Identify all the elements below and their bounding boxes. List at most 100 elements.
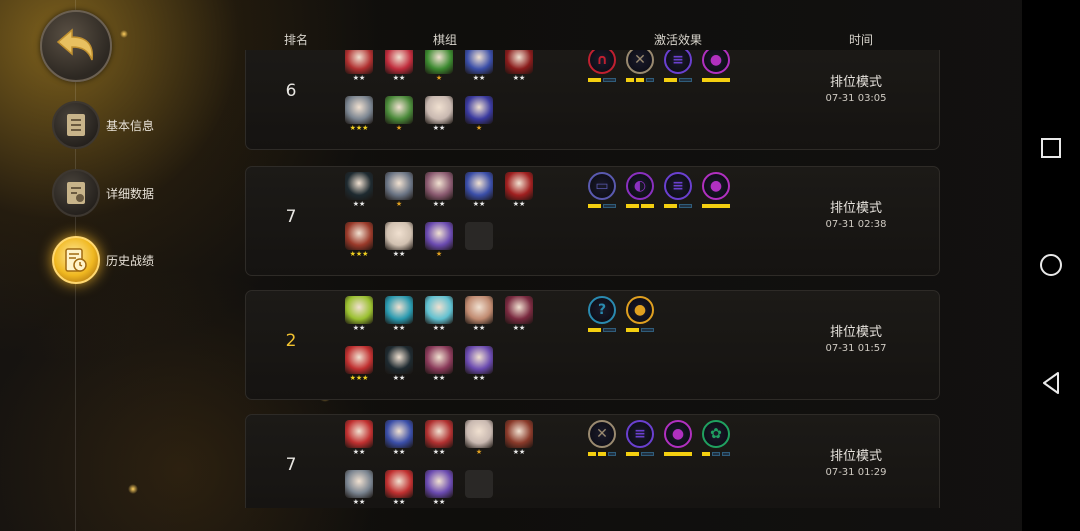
chess-piece[interactable]: ★★ [384, 420, 414, 460]
chess-piece[interactable]: ★ [424, 50, 454, 86]
synergy-icon: ● [702, 50, 730, 74]
header-lineup: 棋组 [433, 33, 458, 47]
chess-piece[interactable]: ★★ [344, 172, 374, 212]
chess-piece[interactable]: ★★ [384, 470, 414, 508]
synergy-badge[interactable]: ● [662, 420, 694, 460]
chess-piece[interactable]: ★★ [424, 420, 454, 460]
chess-piece[interactable]: ★ [464, 96, 494, 136]
hero-portrait [465, 222, 493, 250]
star-level: ★★ [432, 374, 446, 382]
header-time: 时间 [849, 33, 874, 47]
match-row[interactable]: 7 ★★ ★ ★★ ★★ ★★ ★★★ ★★ ★ ▭ ◐ ≡ ● 排位模式 07-31 02:38 [245, 166, 940, 276]
star-level: ★★ [472, 374, 486, 382]
chess-piece[interactable]: ★★ [424, 96, 454, 136]
synergy-badge[interactable]: ● [700, 172, 732, 212]
chess-piece[interactable]: ★★ [464, 296, 494, 336]
hero-portrait [385, 346, 413, 374]
chess-piece[interactable]: ★★ [504, 172, 534, 212]
chess-piece[interactable]: ★★★ [344, 96, 374, 136]
synergy-badge[interactable]: ∩ [586, 50, 618, 86]
hero-portrait [465, 296, 493, 324]
synergy-badge[interactable]: ✕ [624, 50, 656, 86]
chess-piece[interactable]: ★★ [504, 420, 534, 460]
star-level: ★★ [352, 200, 366, 208]
chess-piece[interactable]: ★★ [344, 50, 374, 86]
synergy-badge[interactable]: ▭ [586, 172, 618, 212]
match-time: 07-31 02:38 [825, 219, 887, 230]
chess-piece[interactable]: ★★ [344, 420, 374, 460]
synergy-progress [664, 204, 692, 208]
chess-piece[interactable]: ★★ [424, 346, 454, 386]
match-history-list[interactable]: 6 ★★ ★★ ★ ★★ ★★ ★★★ ★ ★★ ★ ∩ ✕ ≡ ● 排位模式 07-31 03:05 7 ★★ ★… [245, 50, 940, 508]
match-row[interactable]: 2 ★★ ★★ ★★ ★★ ★★ ★★★ ★★ ★★ ★★? ● 排位模式 07-31 01:57 [245, 290, 940, 400]
chess-piece[interactable]: ★★ [504, 296, 534, 336]
star-level: ★★ [512, 74, 526, 82]
synergy-badge[interactable]: ≡ [662, 50, 694, 86]
match-rank: 7 [285, 207, 297, 227]
chess-piece[interactable]: ★★★ [344, 346, 374, 386]
sidebar-item-label: 历史战绩 [106, 253, 155, 268]
synergy-badge[interactable]: ≡ [662, 172, 694, 212]
star-level: ★★ [392, 74, 406, 82]
sidebar-item-match-history[interactable]: 历史战绩 [52, 236, 155, 284]
star-level: ★ [395, 200, 403, 208]
synergy-badge[interactable]: ? [586, 296, 618, 336]
synergy-badge[interactable]: ✕ [586, 420, 618, 460]
chess-piece[interactable]: ★★ [424, 470, 454, 508]
synergy-badge[interactable]: ◐ [624, 172, 656, 212]
hero-portrait [345, 420, 373, 448]
star-level: ★ [475, 448, 483, 456]
star-level: ★★ [472, 200, 486, 208]
chess-piece[interactable]: ★★ [344, 296, 374, 336]
star-level: ★★ [472, 324, 486, 332]
chess-piece[interactable]: ★★★ [344, 222, 374, 262]
hero-portrait [345, 222, 373, 250]
data-sheet-icon [52, 169, 100, 217]
match-row[interactable]: 6 ★★ ★★ ★ ★★ ★★ ★★★ ★ ★★ ★ ∩ ✕ ≡ ● 排位模式 07-31 03:05 [245, 50, 940, 150]
synergy-icon: ✕ [626, 50, 654, 74]
home-icon[interactable] [1022, 245, 1080, 285]
chess-piece[interactable]: ★★ [504, 50, 534, 86]
synergy-badge[interactable]: ● [624, 296, 656, 336]
chess-piece[interactable]: ★★ [384, 50, 414, 86]
match-mode: 排位模式 [829, 325, 882, 340]
synergy-badge[interactable]: ✿ [700, 420, 732, 460]
match-mode: 排位模式 [829, 449, 882, 464]
sidebar-item-basic-info[interactable]: 基本信息 [52, 101, 154, 149]
star-level: ★ [475, 124, 483, 132]
recent-apps-icon[interactable] [1022, 128, 1080, 168]
hero-portrait [465, 172, 493, 200]
chess-piece[interactable]: ★ [384, 96, 414, 136]
synergy-badge[interactable]: ≡ [624, 420, 656, 460]
chess-piece[interactable]: ★★ [464, 172, 494, 212]
chess-piece[interactable]: ★ [424, 222, 454, 262]
star-level: ★★★ [349, 250, 369, 258]
chess-piece[interactable]: ★ [384, 172, 414, 212]
chess-piece[interactable]: ★★ [424, 296, 454, 336]
chess-piece[interactable]: ★ [464, 420, 494, 460]
synergy-badge[interactable]: ● [700, 50, 732, 86]
chess-piece[interactable]: ★★ [384, 222, 414, 262]
hero-portrait [345, 470, 373, 498]
star-level: ★★ [392, 324, 406, 332]
chess-piece[interactable]: ★★ [384, 346, 414, 386]
star-level: ★★ [432, 498, 446, 506]
chess-piece[interactable]: ★★ [464, 50, 494, 86]
synergy-icon: ∩ [588, 50, 616, 74]
match-rank: 7 [285, 455, 297, 475]
chess-piece[interactable]: ★★ [384, 296, 414, 336]
chess-piece[interactable]: ★★ [344, 470, 374, 508]
sidebar-item-detailed-data[interactable]: 详细数据 [52, 169, 154, 217]
back-triangle-icon[interactable] [1022, 363, 1080, 403]
chess-piece[interactable]: ★★ [464, 346, 494, 386]
hero-portrait [425, 222, 453, 250]
chess-piece[interactable]: ★★ [424, 172, 454, 212]
match-mode: 排位模式 [829, 201, 882, 216]
hero-portrait [465, 346, 493, 374]
synergy-icon: ▭ [588, 172, 616, 200]
star-level: ★★ [512, 324, 526, 332]
synergy-icon: ≡ [664, 50, 692, 74]
match-row[interactable]: 7 ★★ ★★ ★★ ★ ★★ ★★ ★★ ★★ ✕ ≡ ● ✿ 排位模式 07-31 01:29 [245, 414, 940, 508]
match-time: 07-31 03:05 [825, 93, 887, 104]
back-button[interactable] [40, 10, 112, 82]
